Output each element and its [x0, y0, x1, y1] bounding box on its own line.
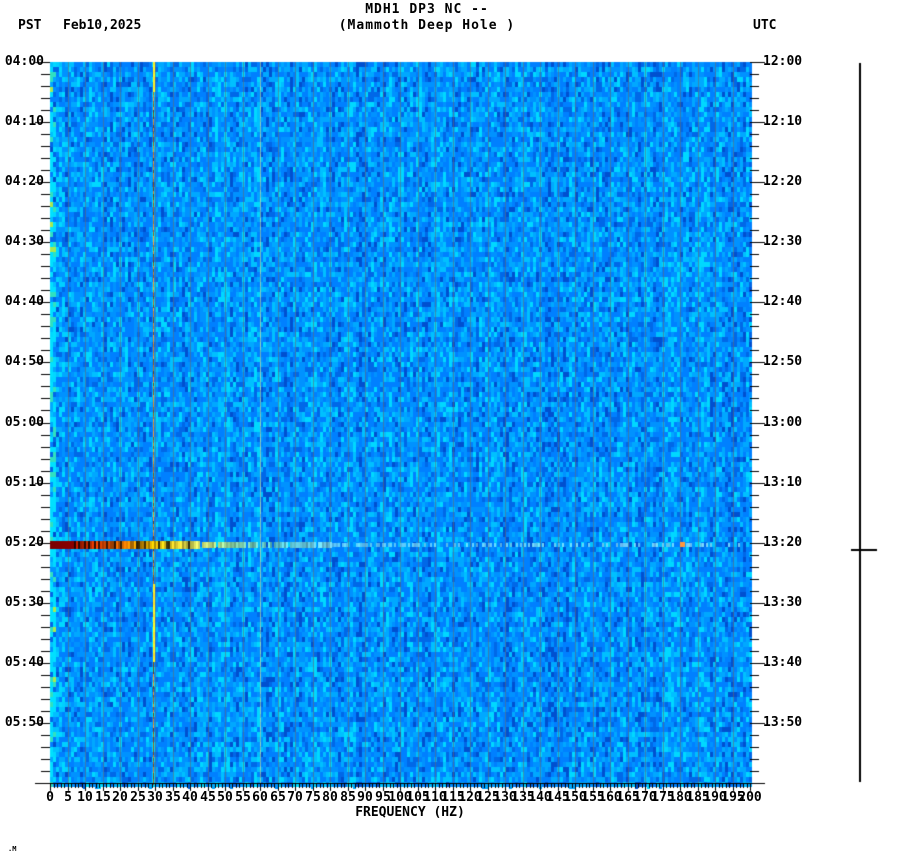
- frequency-tick-label: 60: [252, 790, 268, 805]
- frequency-tick-label: 50: [217, 790, 233, 805]
- right-time-tick-label: 13:50: [763, 715, 803, 730]
- left-time-tick-label: 05:30: [4, 595, 44, 610]
- frequency-tick-label: 25: [130, 790, 146, 805]
- frequency-tick-label: 45: [200, 790, 216, 805]
- frequency-tick-label: 90: [357, 790, 373, 805]
- left-time-tick-label: 04:50: [4, 354, 44, 369]
- frequency-tick-label: 65: [270, 790, 286, 805]
- frequency-tick-label: 0: [46, 790, 54, 805]
- frequency-tick-label: 70: [287, 790, 303, 805]
- frequency-tick-label: 10: [77, 790, 93, 805]
- left-time-tick-label: 04:10: [4, 114, 44, 129]
- left-time-tick-label: 05:00: [4, 415, 44, 430]
- spectrogram-page: { "header": { "station_line": "MDH1 DP3 …: [0, 0, 902, 864]
- left-time-tick-label: 04:30: [4, 234, 44, 249]
- frequency-tick-label: 40: [182, 790, 198, 805]
- frequency-tick-label: 30: [147, 790, 163, 805]
- frequency-tick-label: 85: [340, 790, 356, 805]
- right-time-tick-label: 13:30: [763, 595, 803, 610]
- left-time-tick-label: 04:00: [4, 54, 44, 69]
- timezone-right-label: UTC: [753, 18, 777, 33]
- spectrogram-canvas: [0, 0, 902, 864]
- frequency-tick-label: 5: [64, 790, 72, 805]
- right-time-tick-label: 12:20: [763, 174, 803, 189]
- frequency-tick-label: 200: [738, 790, 762, 805]
- right-time-tick-label: 13:10: [763, 475, 803, 490]
- right-time-tick-label: 12:30: [763, 234, 803, 249]
- frequency-tick-label: 80: [322, 790, 338, 805]
- timezone-left-label: PST: [18, 18, 42, 33]
- frequency-tick-label: 20: [112, 790, 128, 805]
- right-time-tick-label: 13:00: [763, 415, 803, 430]
- page-title: MDH1 DP3 NC --: [365, 2, 489, 17]
- right-time-tick-label: 13:20: [763, 535, 803, 550]
- right-time-tick-label: 12:50: [763, 354, 803, 369]
- right-time-tick-label: 13:40: [763, 655, 803, 670]
- frequency-tick-label: 15: [95, 790, 111, 805]
- watermark-text: .M: [8, 845, 17, 853]
- left-time-tick-label: 05:40: [4, 655, 44, 670]
- frequency-axis-title: FREQUENCY (HZ): [355, 805, 465, 820]
- left-time-tick-label: 04:20: [4, 174, 44, 189]
- left-time-tick-label: 05:20: [4, 535, 44, 550]
- left-time-tick-label: 05:50: [4, 715, 44, 730]
- date-label: Feb10,2025: [63, 18, 142, 33]
- right-time-tick-label: 12:10: [763, 114, 803, 129]
- left-time-tick-label: 04:40: [4, 294, 44, 309]
- right-time-tick-label: 12:40: [763, 294, 803, 309]
- frequency-tick-label: 55: [235, 790, 251, 805]
- left-time-tick-label: 05:10: [4, 475, 44, 490]
- frequency-tick-label: 75: [305, 790, 321, 805]
- right-time-tick-label: 12:00: [763, 54, 803, 69]
- frequency-tick-label: 35: [165, 790, 181, 805]
